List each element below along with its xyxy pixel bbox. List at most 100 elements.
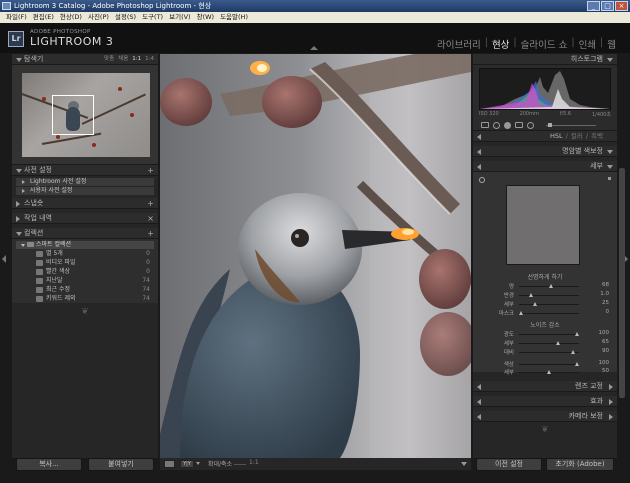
- split-toning-header[interactable]: 명암별 색보정: [473, 146, 617, 157]
- navigator-zoom-box[interactable]: [52, 95, 94, 135]
- menu-photo[interactable]: 사진(P): [85, 12, 112, 23]
- module-library[interactable]: 라이브러리: [437, 37, 481, 51]
- slider-value[interactable]: 68: [589, 282, 609, 288]
- detail-target-icon[interactable]: [479, 177, 485, 183]
- close-button[interactable]: ×: [615, 1, 628, 11]
- previous-settings-button[interactable]: 이전 설정: [476, 458, 542, 471]
- smart-collection-set[interactable]: 스마트 컬렉션: [16, 241, 154, 249]
- zoom-1-4[interactable]: 1:4: [145, 54, 154, 65]
- slider-value[interactable]: 1.0: [589, 291, 609, 297]
- menu-help[interactable]: 도움말(H): [217, 12, 251, 23]
- collection-item[interactable]: 비디오 파일 0: [16, 259, 154, 267]
- add-preset-icon[interactable]: +: [147, 165, 154, 176]
- menu-tools[interactable]: 도구(T): [139, 12, 166, 23]
- tool-slider[interactable]: [546, 122, 596, 127]
- clear-history-icon[interactable]: ×: [147, 213, 154, 224]
- camera-calibration-header[interactable]: 카메라 보정: [473, 411, 617, 422]
- photo-canvas[interactable]: [160, 54, 471, 458]
- slider-value[interactable]: 50: [589, 368, 609, 374]
- slider-track[interactable]: [519, 302, 579, 306]
- collection-item[interactable]: 빨간 색상 0: [16, 268, 154, 276]
- copy-button[interactable]: 복사...: [16, 458, 82, 471]
- slider-knob[interactable]: [556, 341, 560, 345]
- navigator-header[interactable]: 탐색기 맞춤 채움 1:1 1:4: [12, 54, 158, 65]
- slider-knob[interactable]: [547, 370, 551, 374]
- presets-header[interactable]: 사전 설정 +: [12, 165, 158, 176]
- slider-knob[interactable]: [533, 302, 537, 306]
- zoom-slider[interactable]: [234, 464, 246, 465]
- detail-preview[interactable]: [506, 185, 580, 265]
- slider-track[interactable]: [519, 341, 579, 345]
- before-after-button[interactable]: Y|Y: [180, 460, 194, 468]
- left-panel-toggle-icon[interactable]: [2, 255, 6, 263]
- sharpen-radius-slider[interactable]: 반경 1.0: [473, 291, 617, 299]
- crop-tool-icon[interactable]: [481, 122, 489, 128]
- minimize-button[interactable]: _: [587, 1, 600, 11]
- menu-view[interactable]: 보기(V): [166, 12, 193, 23]
- slider-knob[interactable]: [519, 311, 523, 315]
- slider-knob[interactable]: [575, 362, 579, 366]
- menu-settings[interactable]: 설정(S): [112, 12, 139, 23]
- slider-track[interactable]: [519, 362, 579, 366]
- lens-corrections-header[interactable]: 렌즈 교정: [473, 381, 617, 392]
- menu-window[interactable]: 창(W): [194, 12, 217, 23]
- module-slideshow[interactable]: 슬라이드 쇼: [521, 37, 568, 51]
- noise-lum-detail-slider[interactable]: 세부 65: [473, 339, 617, 347]
- tab-hsl[interactable]: HSL: [550, 131, 563, 142]
- red-eye-icon[interactable]: [504, 121, 511, 129]
- graduated-filter-icon[interactable]: [515, 122, 523, 128]
- module-web[interactable]: 웹: [607, 37, 616, 51]
- slider-value[interactable]: 65: [589, 339, 609, 345]
- navigator-thumbnail[interactable]: [22, 73, 150, 157]
- tab-bw[interactable]: 흑백: [591, 131, 603, 142]
- history-header[interactable]: 작업 내역 ×: [12, 213, 158, 224]
- collection-item[interactable]: 키워드 제외 74: [16, 295, 154, 303]
- toolbar-menu-icon[interactable]: [461, 462, 467, 466]
- slider-track[interactable]: [519, 293, 579, 297]
- noise-contrast-slider[interactable]: 대비 90: [473, 348, 617, 356]
- preset-folder-user[interactable]: 사용자 사전 설정: [16, 187, 154, 195]
- slider-track[interactable]: [519, 370, 579, 374]
- slider-knob[interactable]: [549, 284, 553, 288]
- slider-value[interactable]: 0: [589, 309, 610, 315]
- slider-knob[interactable]: [529, 293, 533, 297]
- effects-header[interactable]: 효과: [473, 396, 617, 407]
- zoom-1-1[interactable]: 1:1: [132, 54, 141, 65]
- hsl-header[interactable]: HSL / 컬러 / 흑백: [473, 131, 617, 142]
- slider-value[interactable]: 25: [589, 300, 609, 306]
- zoom-fit[interactable]: 맞춤: [104, 54, 114, 65]
- spot-removal-icon[interactable]: [493, 121, 500, 129]
- menu-develop[interactable]: 현상(D): [57, 12, 85, 23]
- slider-value[interactable]: 100: [589, 330, 610, 336]
- top-panel-toggle-icon[interactable]: [310, 46, 318, 50]
- adjustment-brush-icon[interactable]: [527, 121, 534, 129]
- reset-button[interactable]: 초기화 (Adobe): [546, 458, 614, 471]
- sharpen-masking-slider[interactable]: 마스크 0: [473, 309, 617, 317]
- add-collection-icon[interactable]: +: [147, 228, 154, 239]
- sharpen-detail-slider[interactable]: 세부 25: [473, 300, 617, 308]
- slider-track[interactable]: [519, 311, 579, 315]
- sharpen-amount-slider[interactable]: 양 68: [473, 282, 617, 290]
- snapshots-header[interactable]: 스냅숏 +: [12, 198, 158, 209]
- loupe-view-button[interactable]: [164, 460, 175, 468]
- tab-color[interactable]: 컬러: [571, 131, 583, 142]
- slider-knob[interactable]: [575, 332, 579, 336]
- module-develop[interactable]: 현상: [492, 37, 509, 51]
- preset-folder-lightroom[interactable]: Lightroom 사전 설정: [16, 178, 154, 186]
- zoom-fill[interactable]: 채움: [118, 54, 128, 65]
- menu-file[interactable]: 파일(F): [3, 12, 30, 23]
- histogram-header[interactable]: 히스토그램: [473, 54, 617, 65]
- histogram-graph[interactable]: [479, 68, 611, 110]
- collection-item[interactable]: 별 5개 0: [16, 250, 154, 258]
- before-after-dropdown-icon[interactable]: [196, 462, 200, 465]
- module-print[interactable]: 인쇄: [579, 37, 596, 51]
- slider-value[interactable]: 100: [589, 360, 610, 366]
- collections-header[interactable]: 컬렉션 +: [12, 228, 158, 239]
- slider-knob[interactable]: [571, 350, 575, 354]
- collection-item[interactable]: 지난달 74: [16, 277, 154, 285]
- detail-header[interactable]: 세부: [473, 161, 617, 172]
- menu-edit[interactable]: 편집(E): [30, 12, 57, 23]
- maximize-button[interactable]: □: [601, 1, 614, 11]
- noise-color-slider[interactable]: 색상 100: [473, 360, 617, 368]
- slider-value[interactable]: 90: [589, 348, 609, 354]
